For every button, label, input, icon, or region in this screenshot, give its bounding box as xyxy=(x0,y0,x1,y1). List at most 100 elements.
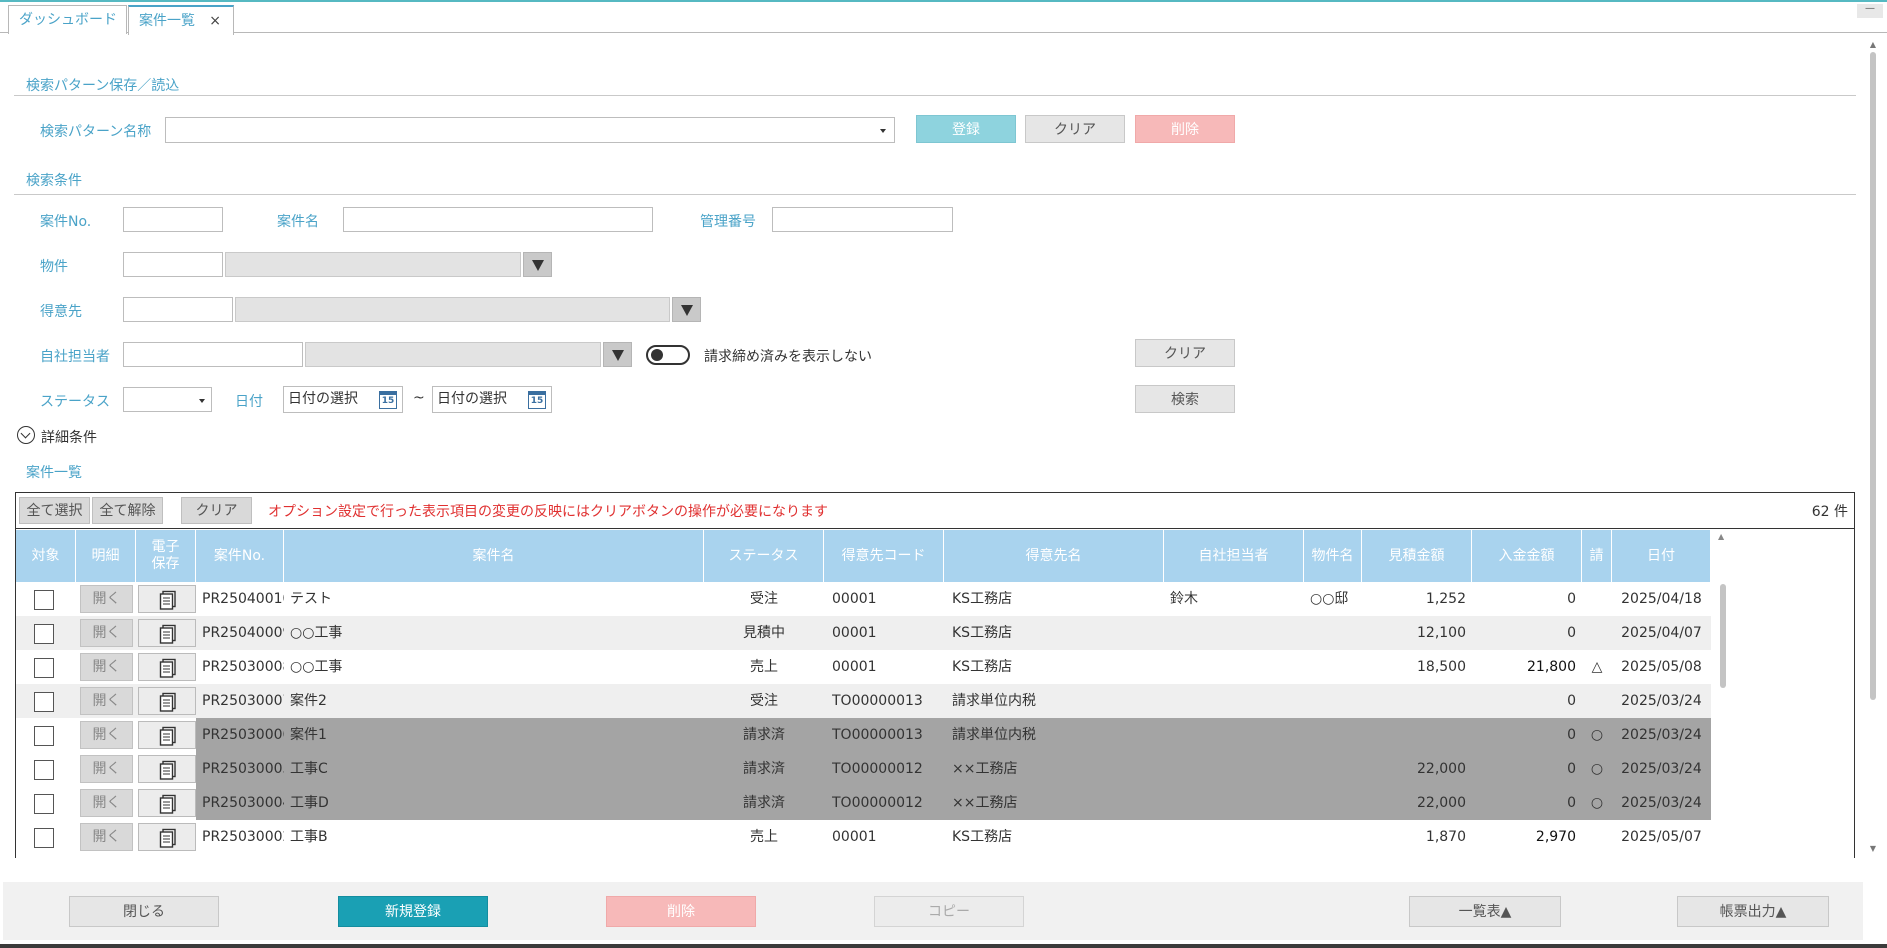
date-from-picker[interactable]: 日付の選択 15 xyxy=(283,386,403,413)
scroll-up-icon[interactable]: ▲ xyxy=(1718,532,1724,541)
row-checkbox[interactable] xyxy=(34,624,54,644)
scroll-down-icon[interactable]: ▼ xyxy=(1868,844,1878,854)
grid-clear-button[interactable]: クリア xyxy=(181,497,252,524)
document-icon xyxy=(159,624,176,644)
property-code-input[interactable] xyxy=(123,252,223,277)
e-save-button[interactable] xyxy=(138,823,196,851)
cell-case-no: PR25030004 xyxy=(202,795,284,811)
conditions-clear-button[interactable]: クリア xyxy=(1135,339,1235,367)
col-header-staff[interactable]: 自社担当者 xyxy=(1164,530,1304,582)
deselect-all-button[interactable]: 全て解除 xyxy=(92,497,163,524)
row-checkbox[interactable] xyxy=(34,794,54,814)
pattern-name-select[interactable] xyxy=(165,117,895,143)
scrollbar-thumb[interactable] xyxy=(1720,584,1726,688)
col-header-paid-amount[interactable]: 入金金額 xyxy=(1472,530,1582,582)
page-scrollbar[interactable]: ▲ ▼ xyxy=(1864,38,1882,858)
open-detail-button[interactable]: 開く xyxy=(80,823,133,851)
date-to-picker[interactable]: 日付の選択 15 xyxy=(432,386,552,413)
row-checkbox[interactable] xyxy=(34,692,54,712)
e-save-button[interactable] xyxy=(138,755,196,783)
case-no-input[interactable] xyxy=(123,207,223,232)
close-button[interactable]: 閉じる xyxy=(69,896,219,927)
col-header-case-name[interactable]: 案件名 xyxy=(284,530,704,582)
report-output-button[interactable]: 帳票出力▲ xyxy=(1677,896,1829,927)
case-name-input[interactable] xyxy=(343,207,653,232)
table-row[interactable]: 開く PR25030004 工事D 請求済 TO00000012 ××工務店 22,000 0… xyxy=(16,786,1711,820)
e-save-button[interactable] xyxy=(138,619,196,647)
e-save-button[interactable] xyxy=(138,585,196,613)
col-header-e-save[interactable]: 電子 保存 xyxy=(136,530,196,582)
cell-case-name: 工事D xyxy=(290,795,329,811)
col-header-status[interactable]: ステータス xyxy=(704,530,824,582)
grid-scrollbar[interactable]: ▲ xyxy=(1716,530,1730,858)
cell-billed xyxy=(1582,684,1612,718)
open-detail-button[interactable]: 開く xyxy=(80,619,133,647)
minimize-button[interactable]: — xyxy=(1857,4,1883,18)
scrollbar-thumb[interactable] xyxy=(1870,52,1876,700)
scroll-up-icon[interactable]: ▲ xyxy=(1868,40,1878,50)
col-header-case-no[interactable]: 案件No. xyxy=(196,530,284,582)
select-all-button[interactable]: 全て選択 xyxy=(19,497,90,524)
cell-status: 受注 xyxy=(750,693,778,709)
col-header-billed[interactable]: 請 xyxy=(1582,530,1612,582)
row-checkbox[interactable] xyxy=(34,760,54,780)
cell-case-no: PR25030007 xyxy=(202,693,284,709)
customer-dropdown-button[interactable] xyxy=(672,297,701,322)
divider xyxy=(14,194,1856,195)
open-detail-button[interactable]: 開く xyxy=(80,789,133,817)
staff-code-input[interactable] xyxy=(123,342,303,367)
table-row[interactable]: 開く PR25040009 ○○工事 見積中 00001 KS工務店 12,100 0 2025… xyxy=(16,616,1711,650)
tab-dashboard[interactable]: ダッシュボード xyxy=(8,5,127,34)
cell-customer-code: TO00000013 xyxy=(832,727,923,743)
e-save-button[interactable] xyxy=(138,653,196,681)
tab-case-list[interactable]: 案件一覧 × xyxy=(128,5,234,35)
calendar-icon[interactable]: 15 xyxy=(379,391,397,409)
customer-code-input[interactable] xyxy=(123,297,233,322)
e-save-button[interactable] xyxy=(138,721,196,749)
table-row[interactable]: 開く PR25030006 案件1 請求済 TO00000013 請求単位内税 0 ○ 2025… xyxy=(16,718,1711,752)
open-detail-button[interactable]: 開く xyxy=(80,653,133,681)
pattern-register-button[interactable]: 登録 xyxy=(916,115,1016,143)
mgmt-no-input[interactable] xyxy=(772,207,953,232)
col-header-customer-code[interactable]: 得意先コード xyxy=(824,530,944,582)
hide-billed-toggle[interactable] xyxy=(646,345,690,365)
staff-dropdown-button[interactable] xyxy=(603,342,632,367)
row-checkbox[interactable] xyxy=(34,828,54,848)
pattern-delete-button[interactable]: 削除 xyxy=(1135,115,1235,143)
property-dropdown-button[interactable] xyxy=(523,252,552,277)
expand-details-icon[interactable] xyxy=(17,426,35,444)
search-button[interactable]: 検索 xyxy=(1135,385,1235,413)
delete-button[interactable]: 削除 xyxy=(606,896,756,927)
pattern-clear-button[interactable]: クリア xyxy=(1025,115,1125,143)
open-detail-button[interactable]: 開く xyxy=(80,755,133,783)
row-checkbox[interactable] xyxy=(34,658,54,678)
taskbar-edge xyxy=(0,944,1887,948)
col-header-customer-name[interactable]: 得意先名 xyxy=(944,530,1164,582)
col-header-property-name[interactable]: 物件名 xyxy=(1304,530,1362,582)
e-save-button[interactable] xyxy=(138,687,196,715)
list-table-button[interactable]: 一覧表▲ xyxy=(1409,896,1561,927)
cell-case-name: 案件1 xyxy=(290,727,327,743)
open-detail-button[interactable]: 開く xyxy=(80,687,133,715)
calendar-icon[interactable]: 15 xyxy=(528,391,546,409)
table-row[interactable]: 開く PR25030007 案件2 受注 TO00000013 請求単位内税 0 2025/0… xyxy=(16,684,1711,718)
col-header-target[interactable]: 対象 xyxy=(16,530,76,582)
row-checkbox[interactable] xyxy=(34,726,54,746)
cell-paid-amount: 0 xyxy=(1567,625,1576,641)
copy-button[interactable]: コピー xyxy=(874,896,1024,927)
table-row[interactable]: 開く PR25030008 ○○工事 売上 00001 KS工務店 18,500 21,800… xyxy=(16,650,1711,684)
detail-conditions-toggle[interactable]: 詳細条件 xyxy=(41,427,97,447)
status-select[interactable] xyxy=(123,387,212,412)
table-row[interactable]: 開く PR25030002 工事B 売上 00001 KS工務店 1,870 2,970 202… xyxy=(16,820,1711,854)
new-register-button[interactable]: 新規登録 xyxy=(338,896,488,927)
col-header-estimate-amount[interactable]: 見積金額 xyxy=(1362,530,1472,582)
row-checkbox[interactable] xyxy=(34,590,54,610)
open-detail-button[interactable]: 開く xyxy=(80,585,133,613)
close-icon[interactable]: × xyxy=(209,7,221,35)
col-header-detail[interactable]: 明細 xyxy=(76,530,136,582)
table-row[interactable]: 開く PR25030005 工事C 請求済 TO00000012 ××工務店 22,000 0… xyxy=(16,752,1711,786)
e-save-button[interactable] xyxy=(138,789,196,817)
col-header-date[interactable]: 日付 xyxy=(1612,530,1711,582)
open-detail-button[interactable]: 開く xyxy=(80,721,133,749)
table-row[interactable]: 開く PR25040010 テスト 受注 00001 KS工務店 鈴木 ○○邸 1,252 0 20… xyxy=(16,582,1711,616)
